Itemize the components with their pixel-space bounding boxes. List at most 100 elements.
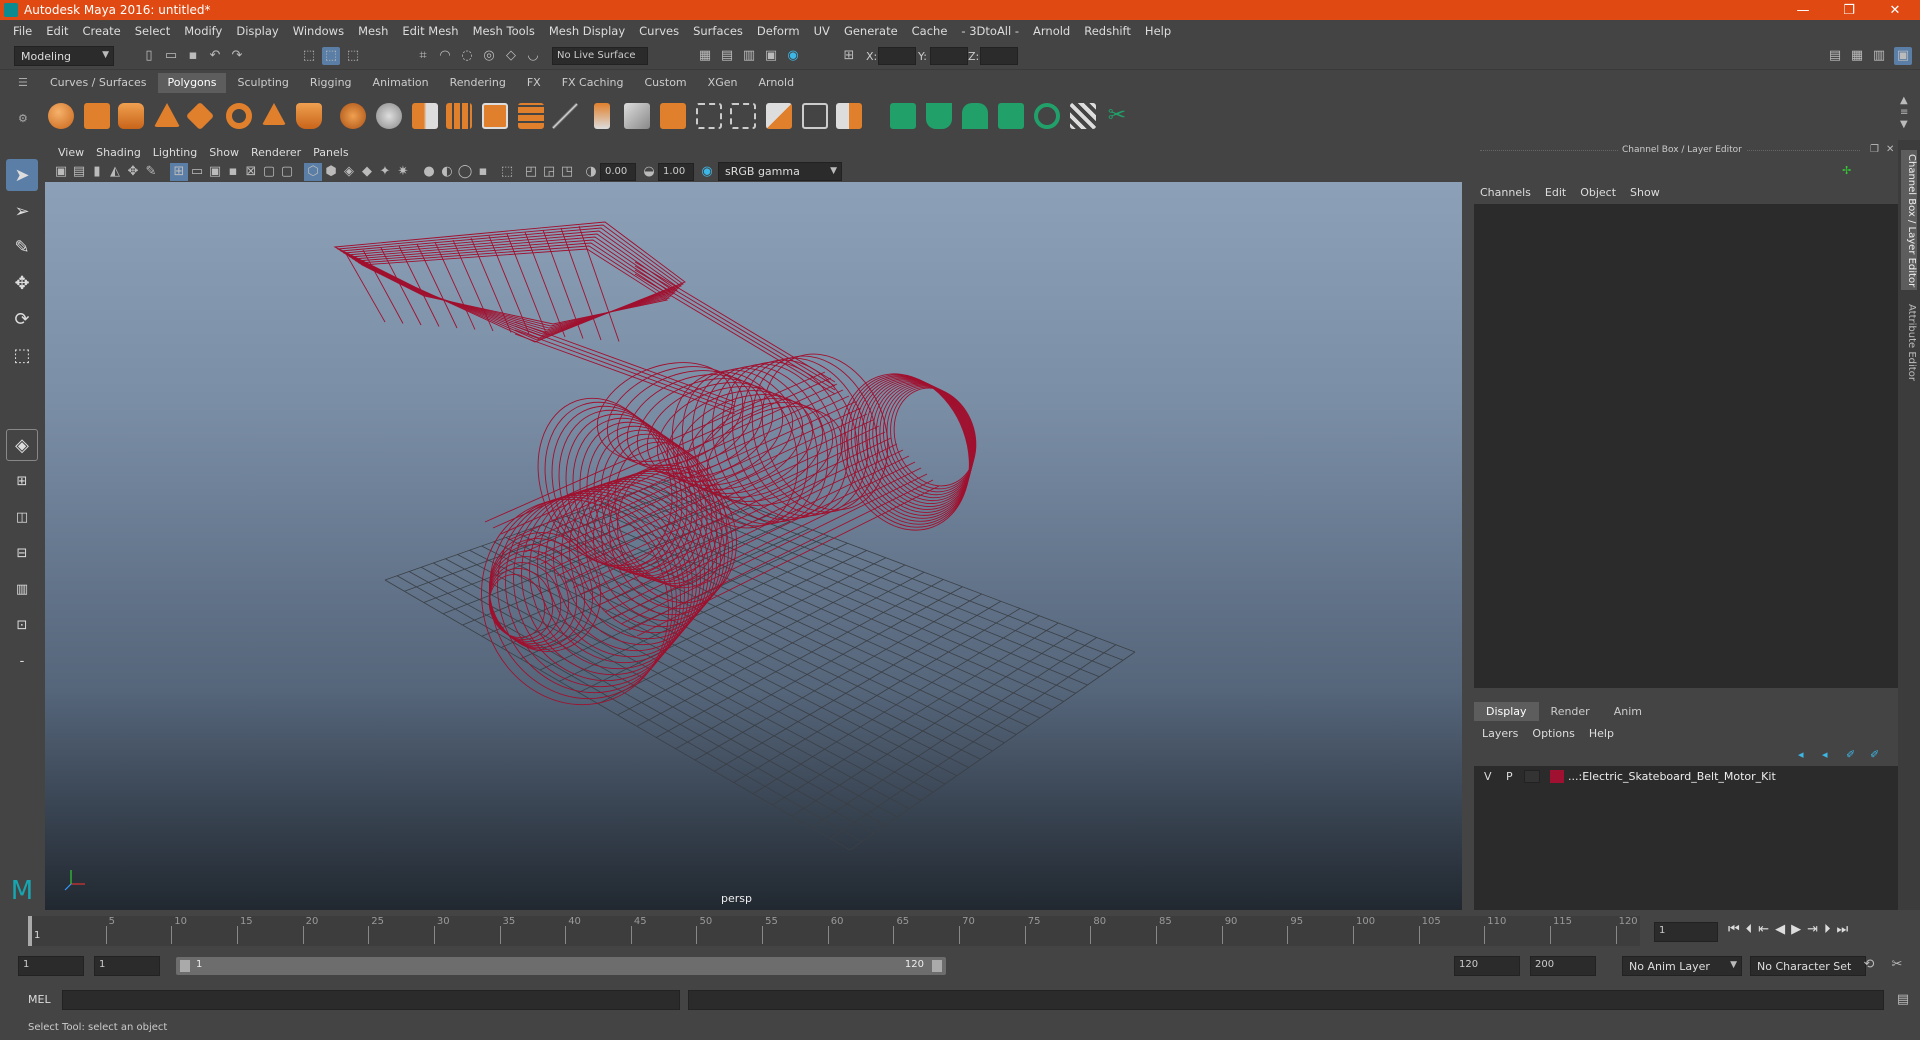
target-weld-icon[interactable]: [766, 103, 792, 129]
shelf-tab-rendering[interactable]: Rendering: [439, 73, 516, 93]
step-forward-frame-icon[interactable]: ⇥: [1807, 922, 1818, 937]
go-to-end-icon[interactable]: ⏭: [1837, 922, 1849, 937]
camera-attributes-icon[interactable]: ▤: [70, 163, 88, 181]
shelf-tab-polygons[interactable]: Polygons: [157, 73, 227, 93]
channel-box-icon[interactable]: ▣: [1894, 47, 1912, 65]
render-frame-icon[interactable]: ▦: [696, 47, 714, 65]
bridge-icon[interactable]: [518, 103, 544, 129]
layer-menu-help[interactable]: Help: [1589, 727, 1614, 740]
layer-visibility-toggle[interactable]: V: [1484, 770, 1492, 783]
undo-icon[interactable]: ↶: [206, 47, 224, 65]
field-chart-icon[interactable]: ⊠: [242, 163, 260, 181]
poly-pipe-icon[interactable]: [296, 103, 322, 129]
cb-menu-channels[interactable]: Channels: [1480, 186, 1531, 199]
perspective-viewport[interactable]: persp: [45, 182, 1462, 910]
x-field[interactable]: [878, 47, 916, 65]
gamma-field[interactable]: 1.00: [658, 163, 694, 181]
slide-edge-icon[interactable]: [802, 103, 828, 129]
motion-blur-icon[interactable]: ◐: [438, 163, 456, 181]
menu-create[interactable]: Create: [76, 24, 128, 38]
maximize-button[interactable]: ❐: [1826, 0, 1872, 20]
attribute-editor-icon[interactable]: ▦: [1848, 47, 1866, 65]
merge-icon[interactable]: [624, 103, 650, 129]
ipr-render-icon[interactable]: ▥: [740, 47, 758, 65]
animation-preferences-icon[interactable]: ✂: [1888, 956, 1906, 974]
new-layer-icon[interactable]: ✐: [1870, 748, 1879, 761]
shelf-tab-curves-surfaces[interactable]: Curves / Surfaces: [40, 73, 157, 93]
redo-icon[interactable]: ↷: [228, 47, 246, 65]
render-settings-icon[interactable]: ▣: [762, 47, 780, 65]
automatic-map-icon[interactable]: [998, 103, 1024, 129]
viewport-canvas[interactable]: [45, 182, 1462, 910]
menu-uv[interactable]: UV: [807, 24, 837, 38]
current-frame-field[interactable]: 1: [1654, 922, 1718, 942]
poly-cone-icon[interactable]: [154, 103, 180, 127]
cb-menu-show[interactable]: Show: [1630, 186, 1660, 199]
layer-menu-options[interactable]: Options: [1532, 727, 1574, 740]
live-surface-field[interactable]: No Live Surface: [552, 47, 648, 65]
tool-settings-icon[interactable]: ▥: [1870, 47, 1888, 65]
range-start-handle[interactable]: [180, 960, 190, 972]
play-backward-icon[interactable]: ◀: [1775, 922, 1785, 937]
isolate-select-icon[interactable]: ⬚: [498, 163, 516, 181]
play-forward-icon[interactable]: ▶: [1791, 922, 1801, 937]
unfold-icon[interactable]: [1034, 103, 1060, 129]
xray-joints-icon[interactable]: ◲: [540, 163, 558, 181]
render-view-icon[interactable]: ▤: [718, 47, 736, 65]
viewport-menu-shading[interactable]: Shading: [90, 146, 147, 159]
anim-layer-dropdown[interactable]: No Anim Layer ▼: [1622, 956, 1742, 976]
poly-cylinder-icon[interactable]: [118, 103, 144, 129]
2d-pan-zoom-icon[interactable]: ✥: [124, 163, 142, 181]
bookmark-icon[interactable]: ▮: [88, 163, 106, 181]
safe-title-icon[interactable]: ▢: [278, 163, 296, 181]
append-polygon-icon[interactable]: [836, 103, 862, 129]
depth-of-field-icon[interactable]: ▪: [474, 163, 492, 181]
select-tool-icon[interactable]: ➤: [6, 159, 38, 191]
poly-plane-icon[interactable]: [185, 101, 215, 131]
single-perspective-layout-icon[interactable]: ◈: [6, 429, 38, 461]
close-panel-icon[interactable]: ✕: [1886, 144, 1894, 155]
side-tab-channel-box[interactable]: Channel Box / Layer Editor: [1901, 150, 1917, 290]
separate-icon[interactable]: [376, 103, 402, 129]
minimize-button[interactable]: —: [1780, 0, 1826, 20]
layer-tab-render[interactable]: Render: [1539, 702, 1602, 721]
menu-edit[interactable]: Edit: [39, 24, 75, 38]
cylindrical-map-icon[interactable]: [962, 103, 988, 129]
close-button[interactable]: ✕: [1872, 0, 1918, 20]
smooth-shade-icon[interactable]: ⬢: [322, 163, 340, 181]
grease-pencil-icon[interactable]: ✎: [142, 163, 160, 181]
persp-outliner-layout-icon[interactable]: ◫: [6, 501, 38, 533]
grid-toggle-icon[interactable]: ⊞: [170, 163, 188, 181]
menu-mesh[interactable]: Mesh: [351, 24, 395, 38]
menu-file[interactable]: File: [6, 24, 39, 38]
viewport-menu-show[interactable]: Show: [203, 146, 245, 159]
anti-aliasing-icon[interactable]: ◯: [456, 163, 474, 181]
shelf-settings-icon[interactable]: ⚙: [18, 112, 32, 126]
shadows-icon[interactable]: ✷: [394, 163, 412, 181]
move-layer-up-icon[interactable]: ◂: [1798, 748, 1804, 761]
viewport-menu-panels[interactable]: Panels: [307, 146, 354, 159]
layer-display-type[interactable]: [1524, 770, 1540, 783]
z-field[interactable]: [980, 47, 1018, 65]
poly-sphere-icon[interactable]: [48, 103, 74, 129]
snap-view-icon[interactable]: ◎: [480, 47, 498, 65]
step-back-key-icon[interactable]: ⏴: [1746, 922, 1753, 937]
menu-surfaces[interactable]: Surfaces: [686, 24, 750, 38]
persp-hypershade-layout-icon[interactable]: ▥: [6, 573, 38, 605]
screen-space-ao-icon[interactable]: ●: [420, 163, 438, 181]
wireframe-icon[interactable]: ⬡: [304, 163, 322, 181]
shelf-tab-fx[interactable]: FX: [516, 73, 551, 93]
new-layer-selected-icon[interactable]: ✐: [1846, 748, 1855, 761]
menu-deform[interactable]: Deform: [750, 24, 807, 38]
combine-icon[interactable]: [340, 103, 366, 129]
menu-display[interactable]: Display: [229, 24, 285, 38]
cb-menu-edit[interactable]: Edit: [1545, 186, 1566, 199]
persp-graph-layout-icon[interactable]: ⊟: [6, 537, 38, 569]
cut-uv-icon[interactable]: ✂: [1104, 103, 1130, 129]
float-panel-icon[interactable]: ❐: [1870, 144, 1879, 155]
shelf-tab-custom[interactable]: Custom: [634, 73, 697, 93]
range-slider[interactable]: 1 120: [176, 957, 946, 975]
exposure-icon[interactable]: ◑: [582, 163, 600, 181]
safe-action-icon[interactable]: ▢: [260, 163, 278, 181]
script-editor-icon[interactable]: ▤: [1894, 991, 1912, 1009]
